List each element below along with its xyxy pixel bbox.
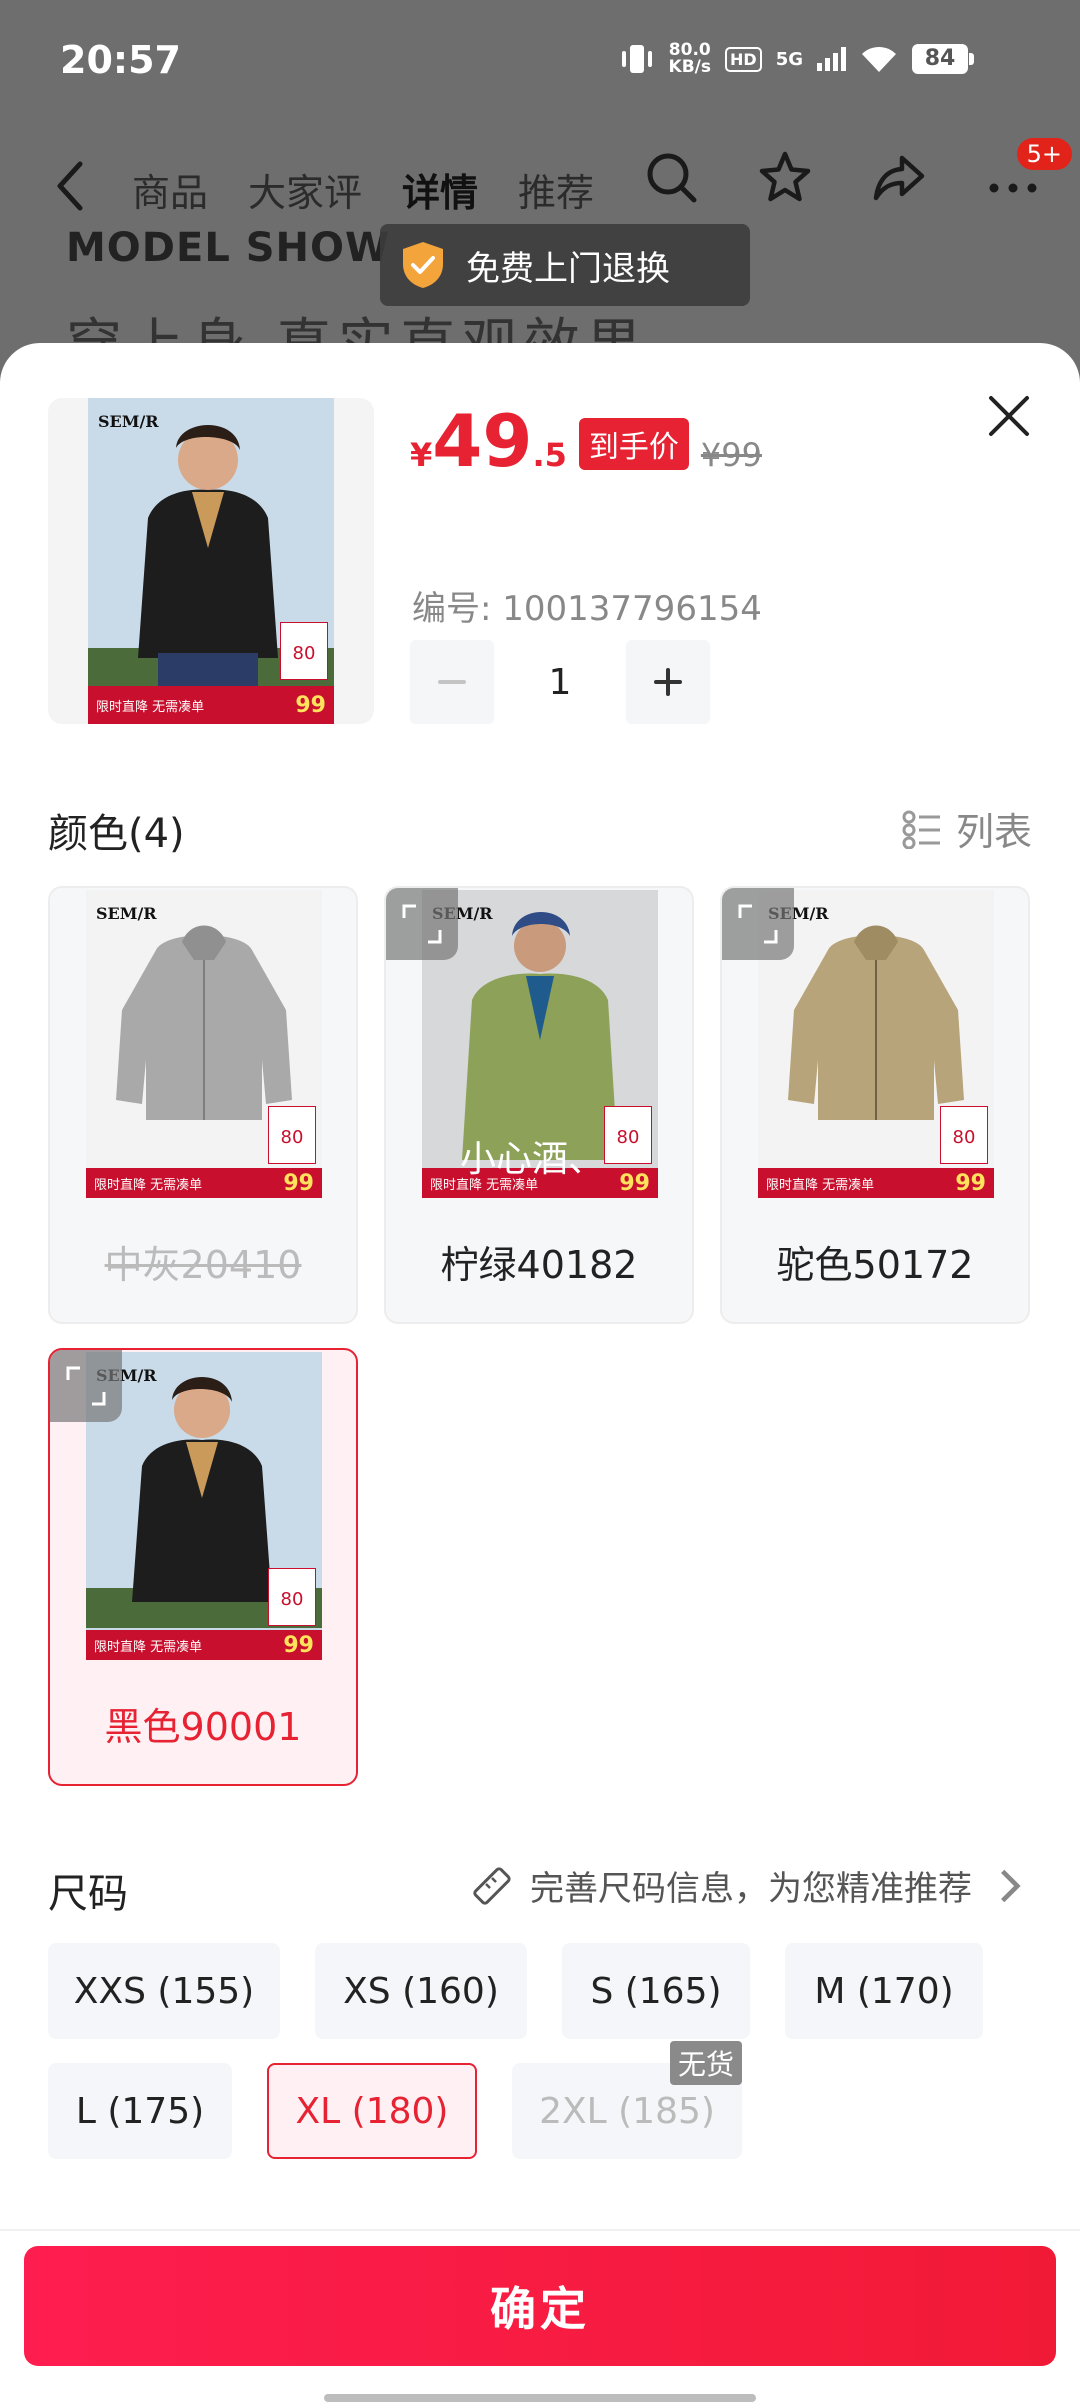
coupon-badge: 80 bbox=[604, 1106, 652, 1164]
color-label: 柠绿40182 bbox=[440, 1242, 638, 1287]
coupon-badge: 80 bbox=[280, 622, 328, 680]
zoom-icon[interactable] bbox=[722, 888, 794, 960]
model-show-heading: MODEL SHOW bbox=[66, 225, 391, 271]
final-price-tag: 到手价 bbox=[578, 418, 689, 470]
promo-strip: 限时直降 无需凑单 99 bbox=[88, 686, 334, 724]
size-section-title: 尺码 bbox=[48, 1871, 128, 1917]
increase-button[interactable] bbox=[626, 640, 710, 724]
list-toggle-label: 列表 bbox=[955, 810, 1032, 854]
network-type: 5G bbox=[775, 48, 803, 70]
sku-code: 编号: 100137796154 bbox=[412, 589, 762, 629]
price-currency: ¥ bbox=[410, 436, 433, 474]
product-thumbnail[interactable]: SEM/R 80 限时直降 无需凑单 99 bbox=[48, 398, 374, 724]
coupon-badge: 80 bbox=[268, 1106, 316, 1164]
size-option-m[interactable]: M (170) bbox=[785, 1943, 983, 2039]
product-image: SEM/R 80 限时直降 无需凑单 99 bbox=[88, 398, 334, 724]
out-of-stock-badge: 无货 bbox=[669, 2041, 742, 2085]
color-option-lime-green[interactable]: SEM/R 80 限时直降 无需凑单 99 小心酒、 柠绿40182 bbox=[384, 886, 694, 1324]
message-count-badge: 5+ bbox=[1016, 138, 1072, 170]
color-option-grey[interactable]: SEM/R 80 限时直降 无需凑单 99 中灰20410 bbox=[48, 886, 358, 1324]
coupon-badge: 80 bbox=[940, 1106, 988, 1164]
wifi-icon bbox=[862, 46, 896, 72]
free-return-toast: 免费上门退换 bbox=[380, 224, 750, 306]
watermark-text: 小心酒、 bbox=[460, 1139, 605, 1180]
color-option-camel[interactable]: SEM/R 80 限时直降 无需凑单 99 驼色50172 bbox=[720, 886, 1030, 1324]
decrease-button[interactable] bbox=[410, 640, 494, 724]
size-recommend-link[interactable]: 完善尺码信息，为您精准推荐 bbox=[470, 1861, 1032, 1910]
price-row: ¥ 49 .5 到手价 ¥99 bbox=[410, 405, 762, 477]
brand-logo: SEM/R bbox=[98, 412, 159, 431]
color-option-black[interactable]: SEM/R 80 限时直降 无需凑单 99 黑色90001 bbox=[48, 1348, 358, 1786]
quantity-value[interactable]: 1 bbox=[494, 662, 626, 703]
size-option-s[interactable]: S (165) bbox=[562, 1943, 750, 2039]
list-view-toggle[interactable]: 列表 bbox=[902, 801, 1032, 856]
plus-icon bbox=[654, 668, 682, 696]
product-top-nav: 商品 大家评 详情 推荐 5+ bbox=[0, 138, 1080, 230]
brand-logo: SEM/R bbox=[96, 904, 157, 923]
confirm-button[interactable]: 确定 bbox=[24, 2246, 1056, 2366]
nav-actions bbox=[644, 150, 1040, 204]
status-icons: 80.0 KB/s HD 5G 84 bbox=[619, 40, 974, 77]
grey-jacket-image: SEM/R 80 限时直降 无需凑单 99 bbox=[86, 890, 322, 1198]
battery-icon: 84 bbox=[912, 44, 968, 74]
size-option-xxs[interactable]: XXS (155) bbox=[48, 1943, 280, 2039]
quantity-stepper: 1 bbox=[410, 640, 710, 724]
shield-check-icon bbox=[403, 242, 443, 288]
hd-badge: HD bbox=[725, 46, 762, 72]
promo-strip: 限时直降 无需凑单 99 bbox=[86, 1168, 322, 1198]
free-return-text: 免费上门退换 bbox=[466, 248, 670, 289]
zoom-icon[interactable] bbox=[386, 888, 458, 960]
color-section-title: 颜色(4) bbox=[48, 811, 185, 857]
size-option-2xl[interactable]: 2XL (185) 无货 bbox=[512, 2041, 742, 2159]
list-icon bbox=[902, 810, 940, 849]
sku-selector-sheet: SEM/R 80 限时直降 无需凑单 99 ¥ 49 .5 到手价 ¥99 编号:… bbox=[0, 343, 1080, 2408]
color-label: 黑色90001 bbox=[104, 1704, 302, 1749]
original-price: ¥99 bbox=[700, 436, 762, 474]
color-label: 中灰20410 bbox=[104, 1242, 302, 1287]
home-indicator[interactable] bbox=[324, 2394, 756, 2402]
size-option-l[interactable]: L (175) bbox=[48, 2063, 232, 2159]
promo-strip: 限时直降 无需凑单 99 bbox=[758, 1168, 994, 1198]
search-icon[interactable] bbox=[644, 150, 698, 204]
signal-icon bbox=[817, 47, 846, 71]
price-decimal: .5 bbox=[532, 436, 567, 474]
price-integer: 49 bbox=[432, 399, 533, 483]
ruler-icon bbox=[473, 1866, 511, 1905]
network-speed: 80.0 KB/s bbox=[668, 40, 712, 77]
size-option-xl[interactable]: XL (180) bbox=[267, 2063, 477, 2159]
color-label: 驼色50172 bbox=[776, 1242, 974, 1287]
footer-divider bbox=[0, 2229, 1080, 2231]
chevron-right-icon bbox=[1001, 1869, 1021, 1902]
tab-goods[interactable]: 商品 bbox=[132, 162, 208, 217]
tab-reviews[interactable]: 大家评 bbox=[248, 162, 362, 217]
tab-recommend[interactable]: 推荐 bbox=[518, 162, 594, 217]
size-recommend-text: 完善尺码信息，为您精准推荐 bbox=[530, 1869, 972, 1909]
back-arrow-icon[interactable] bbox=[50, 158, 90, 214]
tab-details[interactable]: 详情 bbox=[402, 162, 478, 217]
size-option-xs[interactable]: XS (160) bbox=[315, 1943, 527, 2039]
coupon-badge: 80 bbox=[268, 1568, 316, 1626]
promo-strip: 限时直降 无需凑单 99 bbox=[86, 1630, 322, 1660]
zoom-icon[interactable] bbox=[50, 1350, 122, 1422]
status-bar: 20:57 80.0 KB/s HD 5G 84 bbox=[0, 0, 1080, 130]
favorite-star-icon[interactable] bbox=[758, 150, 812, 204]
close-icon[interactable] bbox=[986, 393, 1032, 439]
nav-tabs: 商品 大家评 详情 推荐 bbox=[132, 162, 594, 217]
battery-tip bbox=[969, 53, 974, 65]
status-time: 20:57 bbox=[60, 38, 181, 82]
vibrate-icon bbox=[621, 45, 652, 73]
minus-icon bbox=[438, 680, 466, 684]
share-icon[interactable] bbox=[872, 150, 926, 204]
